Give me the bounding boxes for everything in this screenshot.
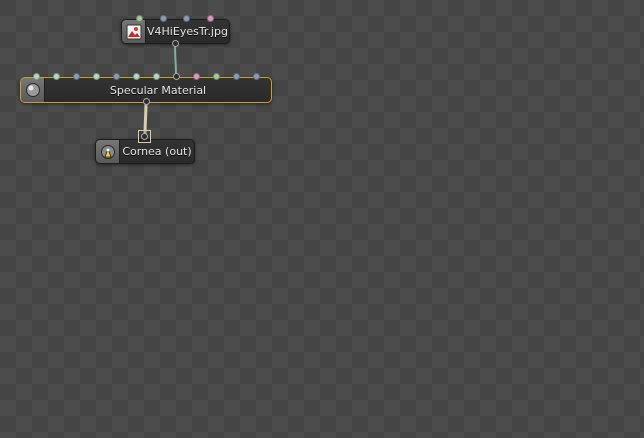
image-top-port-2[interactable]: [160, 15, 167, 22]
material-input-port-5[interactable]: [113, 73, 120, 80]
material-input-port-4[interactable]: [93, 73, 100, 80]
material-input-port-12[interactable]: [253, 73, 260, 80]
node-links: [143, 43, 177, 138]
cornea-output-label: Cornea (out): [122, 145, 192, 158]
image-top-port-3[interactable]: [183, 15, 190, 22]
image-top-port-1[interactable]: [136, 15, 143, 22]
image-top-port-4[interactable]: [207, 15, 214, 22]
output-lamp-icon: [96, 140, 120, 163]
material-input-port-1[interactable]: [33, 73, 40, 80]
specular-material-label: Specular Material: [109, 83, 207, 97]
material-input-port-11[interactable]: [233, 73, 240, 80]
image-texture-label: V4HiEyesTr.jpg: [147, 25, 228, 38]
material-input-port-3[interactable]: [73, 73, 80, 80]
material-input-port-8[interactable]: [173, 73, 180, 80]
material-output-port[interactable]: [143, 98, 150, 105]
node-editor-canvas[interactable]: V4HiEyesTr.jpg Specular Material Cornea …: [0, 0, 644, 438]
image-output-port[interactable]: [172, 40, 179, 47]
material-input-port-6[interactable]: [133, 73, 140, 80]
material-input-port-2[interactable]: [53, 73, 60, 80]
material-input-port-9[interactable]: [193, 73, 200, 80]
material-input-port-7[interactable]: [153, 73, 160, 80]
sphere-material-icon: [21, 78, 45, 102]
output-input-port[interactable]: [141, 133, 148, 140]
material-input-port-10[interactable]: [213, 73, 220, 80]
image-texture-icon: [122, 20, 146, 43]
